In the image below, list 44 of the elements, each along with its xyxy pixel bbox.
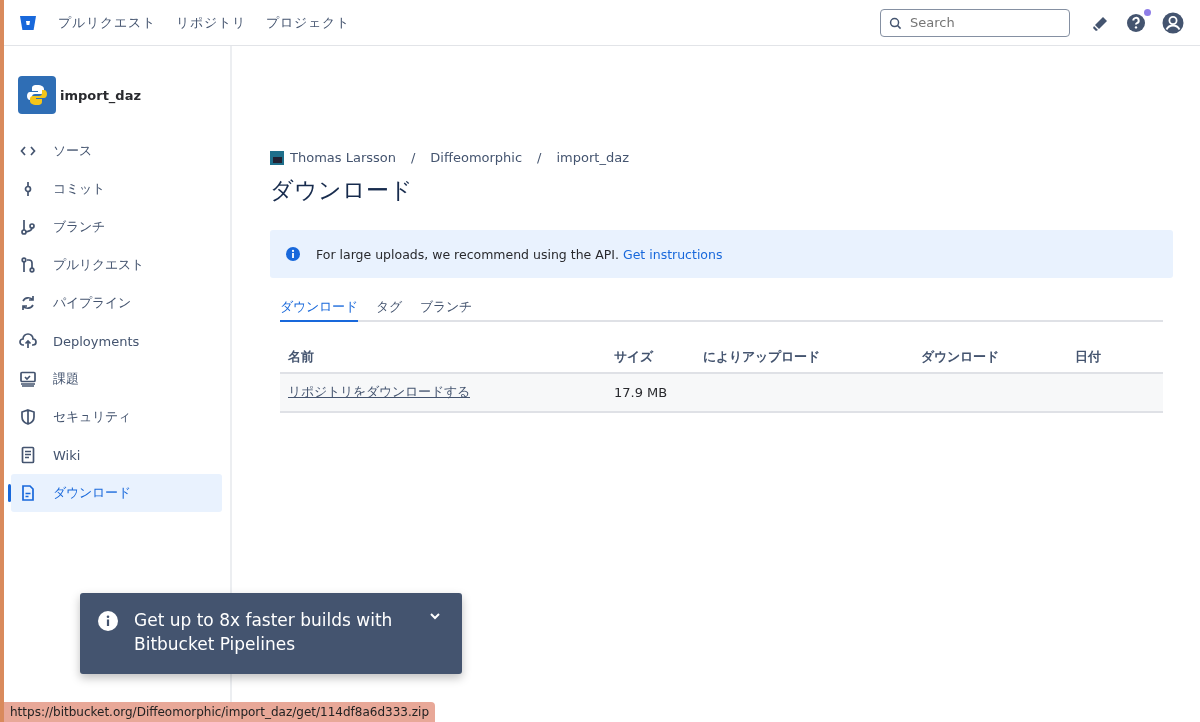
sidebar-item[interactable]: コミット <box>11 170 222 208</box>
toast-message: Get up to 8x faster builds with Bitbucket Pipelines <box>134 609 394 656</box>
banner-text: For large uploads, we recommend using the API. Get instructions <box>316 246 723 262</box>
info-icon <box>286 247 300 261</box>
breadcrumb-link[interactable]: import_daz <box>556 150 629 165</box>
sidebar-item[interactable]: セキュリティ <box>11 398 222 436</box>
workspace-avatar-icon <box>270 150 284 165</box>
breadcrumb-separator: / <box>537 150 542 165</box>
nav-link[interactable]: リポジトリ <box>176 13 246 32</box>
instructions-link[interactable]: Get instructions <box>623 246 723 262</box>
document-icon <box>19 484 37 502</box>
page-title: ダウンロード <box>270 176 414 205</box>
sidebar-item[interactable]: 課題 <box>11 360 222 398</box>
sidebar-item[interactable]: ダウンロード <box>11 474 222 512</box>
breadcrumb-link[interactable]: Thomas Larsson <box>290 150 396 165</box>
breadcrumb-link[interactable]: Diffeomorphic <box>430 150 523 165</box>
sidebar-item[interactable]: パイプライン <box>11 284 222 322</box>
branch-icon <box>19 218 37 236</box>
table-cell: 17.9 MB <box>614 384 668 400</box>
chevron-down-icon[interactable] <box>428 611 442 621</box>
sidebar-item[interactable]: Deployments <box>11 322 222 360</box>
nav-link[interactable]: プルリクエスト <box>58 13 156 32</box>
pull-request-icon <box>19 256 37 274</box>
sidebar-item[interactable]: ブランチ <box>11 208 222 246</box>
sidebar-item[interactable]: Wiki <box>11 436 222 474</box>
cloud-upload-icon <box>19 332 37 350</box>
info-icon <box>98 611 118 631</box>
sidebar-item[interactable]: プルリクエスト <box>11 246 222 284</box>
refresh-icon <box>19 294 37 312</box>
avatar-icon[interactable] <box>1162 11 1184 34</box>
tab[interactable]: ダウンロード <box>280 298 358 322</box>
search-field[interactable]: Search <box>880 8 1070 37</box>
repository-name[interactable]: import_daz <box>60 87 141 103</box>
monitor-icon <box>19 370 37 388</box>
help-icon[interactable] <box>1126 12 1146 33</box>
status-url: https://bitbucket.org/Diffeomorphic/import_daz/get/114df8a6d333.zip <box>4 702 435 722</box>
breadcrumb-separator: / <box>410 150 416 165</box>
python-logo-icon <box>18 76 56 114</box>
shield-icon <box>19 408 37 426</box>
nav-link[interactable]: プロジェクト <box>266 13 350 32</box>
page-icon <box>19 446 37 464</box>
tab[interactable]: タグ <box>376 298 402 322</box>
sidebar-item[interactable]: ソース <box>11 132 222 170</box>
tab[interactable]: ブランチ <box>420 298 472 322</box>
